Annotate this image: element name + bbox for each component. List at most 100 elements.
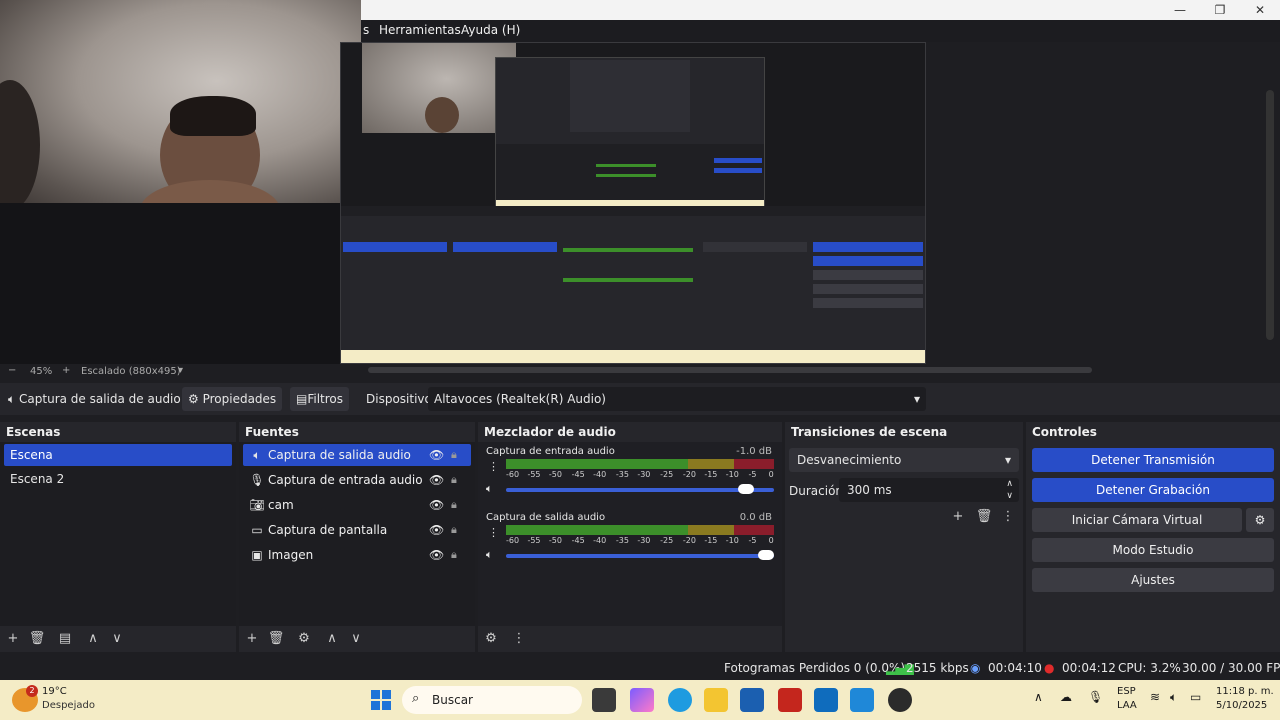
maximize-button[interactable]: ❐ <box>1200 0 1240 20</box>
lock-icon[interactable]: 🔒︎ <box>451 469 457 491</box>
vscode-icon[interactable] <box>850 688 874 712</box>
filters-button[interactable]: ▤Filtros <box>290 387 350 411</box>
lock-icon[interactable]: 🔒︎ <box>451 519 457 541</box>
preview-vertical-scrollbar[interactable] <box>1266 90 1274 340</box>
virtual-camera-button[interactable]: Iniciar Cámara Virtual <box>1032 508 1242 532</box>
chevron-down-icon[interactable]: ∨ <box>347 630 365 648</box>
nested-meter <box>596 164 656 167</box>
source-item[interactable]: ▣ Imagen 👁︎ 🔒︎ <box>243 544 471 566</box>
minimize-button[interactable]: — <box>1160 0 1200 20</box>
zoom-in-button[interactable]: + <box>62 365 70 376</box>
wifi-icon[interactable]: ≋ <box>1150 690 1160 704</box>
menu-item-ayuda[interactable]: Ayuda (H) <box>461 23 520 37</box>
lock-icon[interactable]: 🔒︎ <box>451 544 457 566</box>
trash-icon[interactable]: 🗑︎ <box>267 630 285 648</box>
studio-mode-button[interactable]: Modo Estudio <box>1032 538 1274 562</box>
stop-stream-button[interactable]: Detener Transmisión <box>1032 448 1274 472</box>
stepper-down-icon[interactable]: ∨ <box>1006 484 1013 508</box>
kebab-menu-icon[interactable]: ⋮ <box>488 460 499 473</box>
clock-date[interactable]: 5/10/2025 <box>1216 700 1267 711</box>
lock-icon[interactable]: 🔒︎ <box>451 494 457 516</box>
speaker-icon[interactable]: 🔈︎ <box>486 548 493 562</box>
zoom-out-button[interactable]: − <box>8 365 16 376</box>
stop-record-button[interactable]: Detener Grabación <box>1032 478 1274 502</box>
source-item[interactable]: 🎙︎ Captura de entrada audio 👁︎ 🔒︎ <box>243 469 471 491</box>
obs-icon[interactable] <box>888 688 912 712</box>
transitions-dock: Transiciones de escena Desvanecimiento ▾… <box>785 422 1023 652</box>
gear-icon[interactable]: ⚙ <box>482 630 500 648</box>
source-item[interactable]: ▭ Captura de pantalla 👁︎ 🔒︎ <box>243 519 471 541</box>
menu-item-herramientas[interactable]: Herramientas <box>379 23 461 37</box>
bitrate: 2515 kbps <box>906 661 969 675</box>
scene-item[interactable]: Escena <box>4 444 232 466</box>
add-icon[interactable]: + <box>4 630 22 648</box>
stream-status-icon: ◉ <box>970 661 981 675</box>
trash-icon[interactable]: 🗑︎ <box>975 508 993 526</box>
scale-tick: -40 <box>593 536 607 545</box>
lock-icon[interactable]: 🔒︎ <box>451 444 457 466</box>
scale-tick: -45 <box>571 470 585 479</box>
weather-temp[interactable]: 19°C <box>42 686 67 697</box>
microphone-icon[interactable]: 🎙︎ <box>1088 690 1103 704</box>
store-icon[interactable] <box>740 688 764 712</box>
eye-icon[interactable]: 👁︎ <box>429 469 444 491</box>
volume-knob[interactable] <box>758 550 774 560</box>
trash-icon[interactable]: 🗑︎ <box>28 630 46 648</box>
transition-select[interactable]: Desvanecimiento ▾ <box>789 448 1019 472</box>
menu-item-partial[interactable]: s <box>363 23 369 37</box>
chevron-down-icon[interactable]: ∨ <box>108 630 126 648</box>
eye-icon[interactable]: 👁︎ <box>429 444 444 466</box>
sources-list: 🔈︎ Captura de salida audio 👁︎ 🔒︎ 🎙︎ Capt… <box>239 442 475 626</box>
language-top[interactable]: ESP <box>1117 686 1136 697</box>
kebab-menu-icon[interactable]: ⋮ <box>999 508 1017 526</box>
eye-icon[interactable]: 👁︎ <box>429 494 444 516</box>
add-icon[interactable]: + <box>949 508 967 526</box>
volume-icon[interactable]: 🔈︎ <box>1170 690 1177 705</box>
duration-input[interactable]: 300 ms ∧ ∨ <box>839 478 1019 502</box>
nested-btn <box>813 298 923 308</box>
close-button[interactable]: ✕ <box>1240 0 1280 20</box>
kebab-menu-icon[interactable]: ⋮ <box>510 630 528 648</box>
preview-canvas[interactable] <box>340 42 926 364</box>
antivirus-icon[interactable] <box>778 688 802 712</box>
source-item[interactable]: 🔈︎ Captura de salida audio 👁︎ 🔒︎ <box>243 444 471 466</box>
volume-slider[interactable] <box>506 484 774 494</box>
scale-tick: -15 <box>704 470 718 479</box>
cloud-icon[interactable]: ☁ <box>1060 690 1072 704</box>
virtual-camera-settings-button[interactable]: ⚙ <box>1246 508 1274 532</box>
filter-icon[interactable]: ▤ <box>56 630 74 648</box>
gear-icon[interactable]: ⚙ <box>295 630 313 648</box>
chevron-up-icon[interactable]: ∧ <box>1034 690 1043 704</box>
outlook-icon[interactable] <box>814 688 838 712</box>
edge-icon[interactable] <box>668 688 692 712</box>
copilot-icon[interactable] <box>630 688 654 712</box>
language-bottom[interactable]: LAA <box>1117 700 1137 711</box>
add-icon[interactable]: + <box>243 630 261 648</box>
weather-desc[interactable]: Despejado <box>42 700 95 711</box>
battery-icon[interactable]: ▭ <box>1190 690 1201 704</box>
eye-icon[interactable]: 👁︎ <box>429 519 444 541</box>
settings-button[interactable]: Ajustes <box>1032 568 1274 592</box>
speaker-icon[interactable]: 🔈︎ <box>486 482 493 496</box>
gear-icon: ⚙ <box>188 392 199 406</box>
task-view-icon[interactable] <box>592 688 616 712</box>
chevron-up-icon[interactable]: ∧ <box>84 630 102 648</box>
windows-start-icon[interactable] <box>371 690 391 710</box>
volume-slider[interactable] <box>506 550 774 560</box>
file-explorer-icon[interactable] <box>704 688 728 712</box>
device-select[interactable]: Altavoces (Realtek(R) Audio) ▾ <box>428 387 926 411</box>
camera-icon: 📷︎ <box>249 498 265 512</box>
preview-horizontal-scrollbar[interactable] <box>368 367 1092 373</box>
scale-tick: -5 <box>748 470 757 479</box>
scene-item[interactable]: Escena 2 <box>4 468 232 490</box>
source-item[interactable]: 📷︎ cam 👁︎ 🔒︎ <box>243 494 471 516</box>
properties-button[interactable]: ⚙ Propiedades <box>182 387 283 411</box>
chevron-up-icon[interactable]: ∧ <box>323 630 341 648</box>
kebab-menu-icon[interactable]: ⋮ <box>488 526 499 539</box>
context-bar: 🔈︎ Captura de salida de audio ⚙ Propieda… <box>0 383 1280 415</box>
clock-time[interactable]: 11:18 p. m. <box>1216 686 1274 697</box>
volume-knob[interactable] <box>737 484 754 494</box>
scale-dropdown-icon[interactable]: ▾ <box>178 365 183 376</box>
eye-icon[interactable]: 👁︎ <box>429 544 444 566</box>
taskbar-search[interactable]: ⌕ Buscar <box>402 686 582 714</box>
